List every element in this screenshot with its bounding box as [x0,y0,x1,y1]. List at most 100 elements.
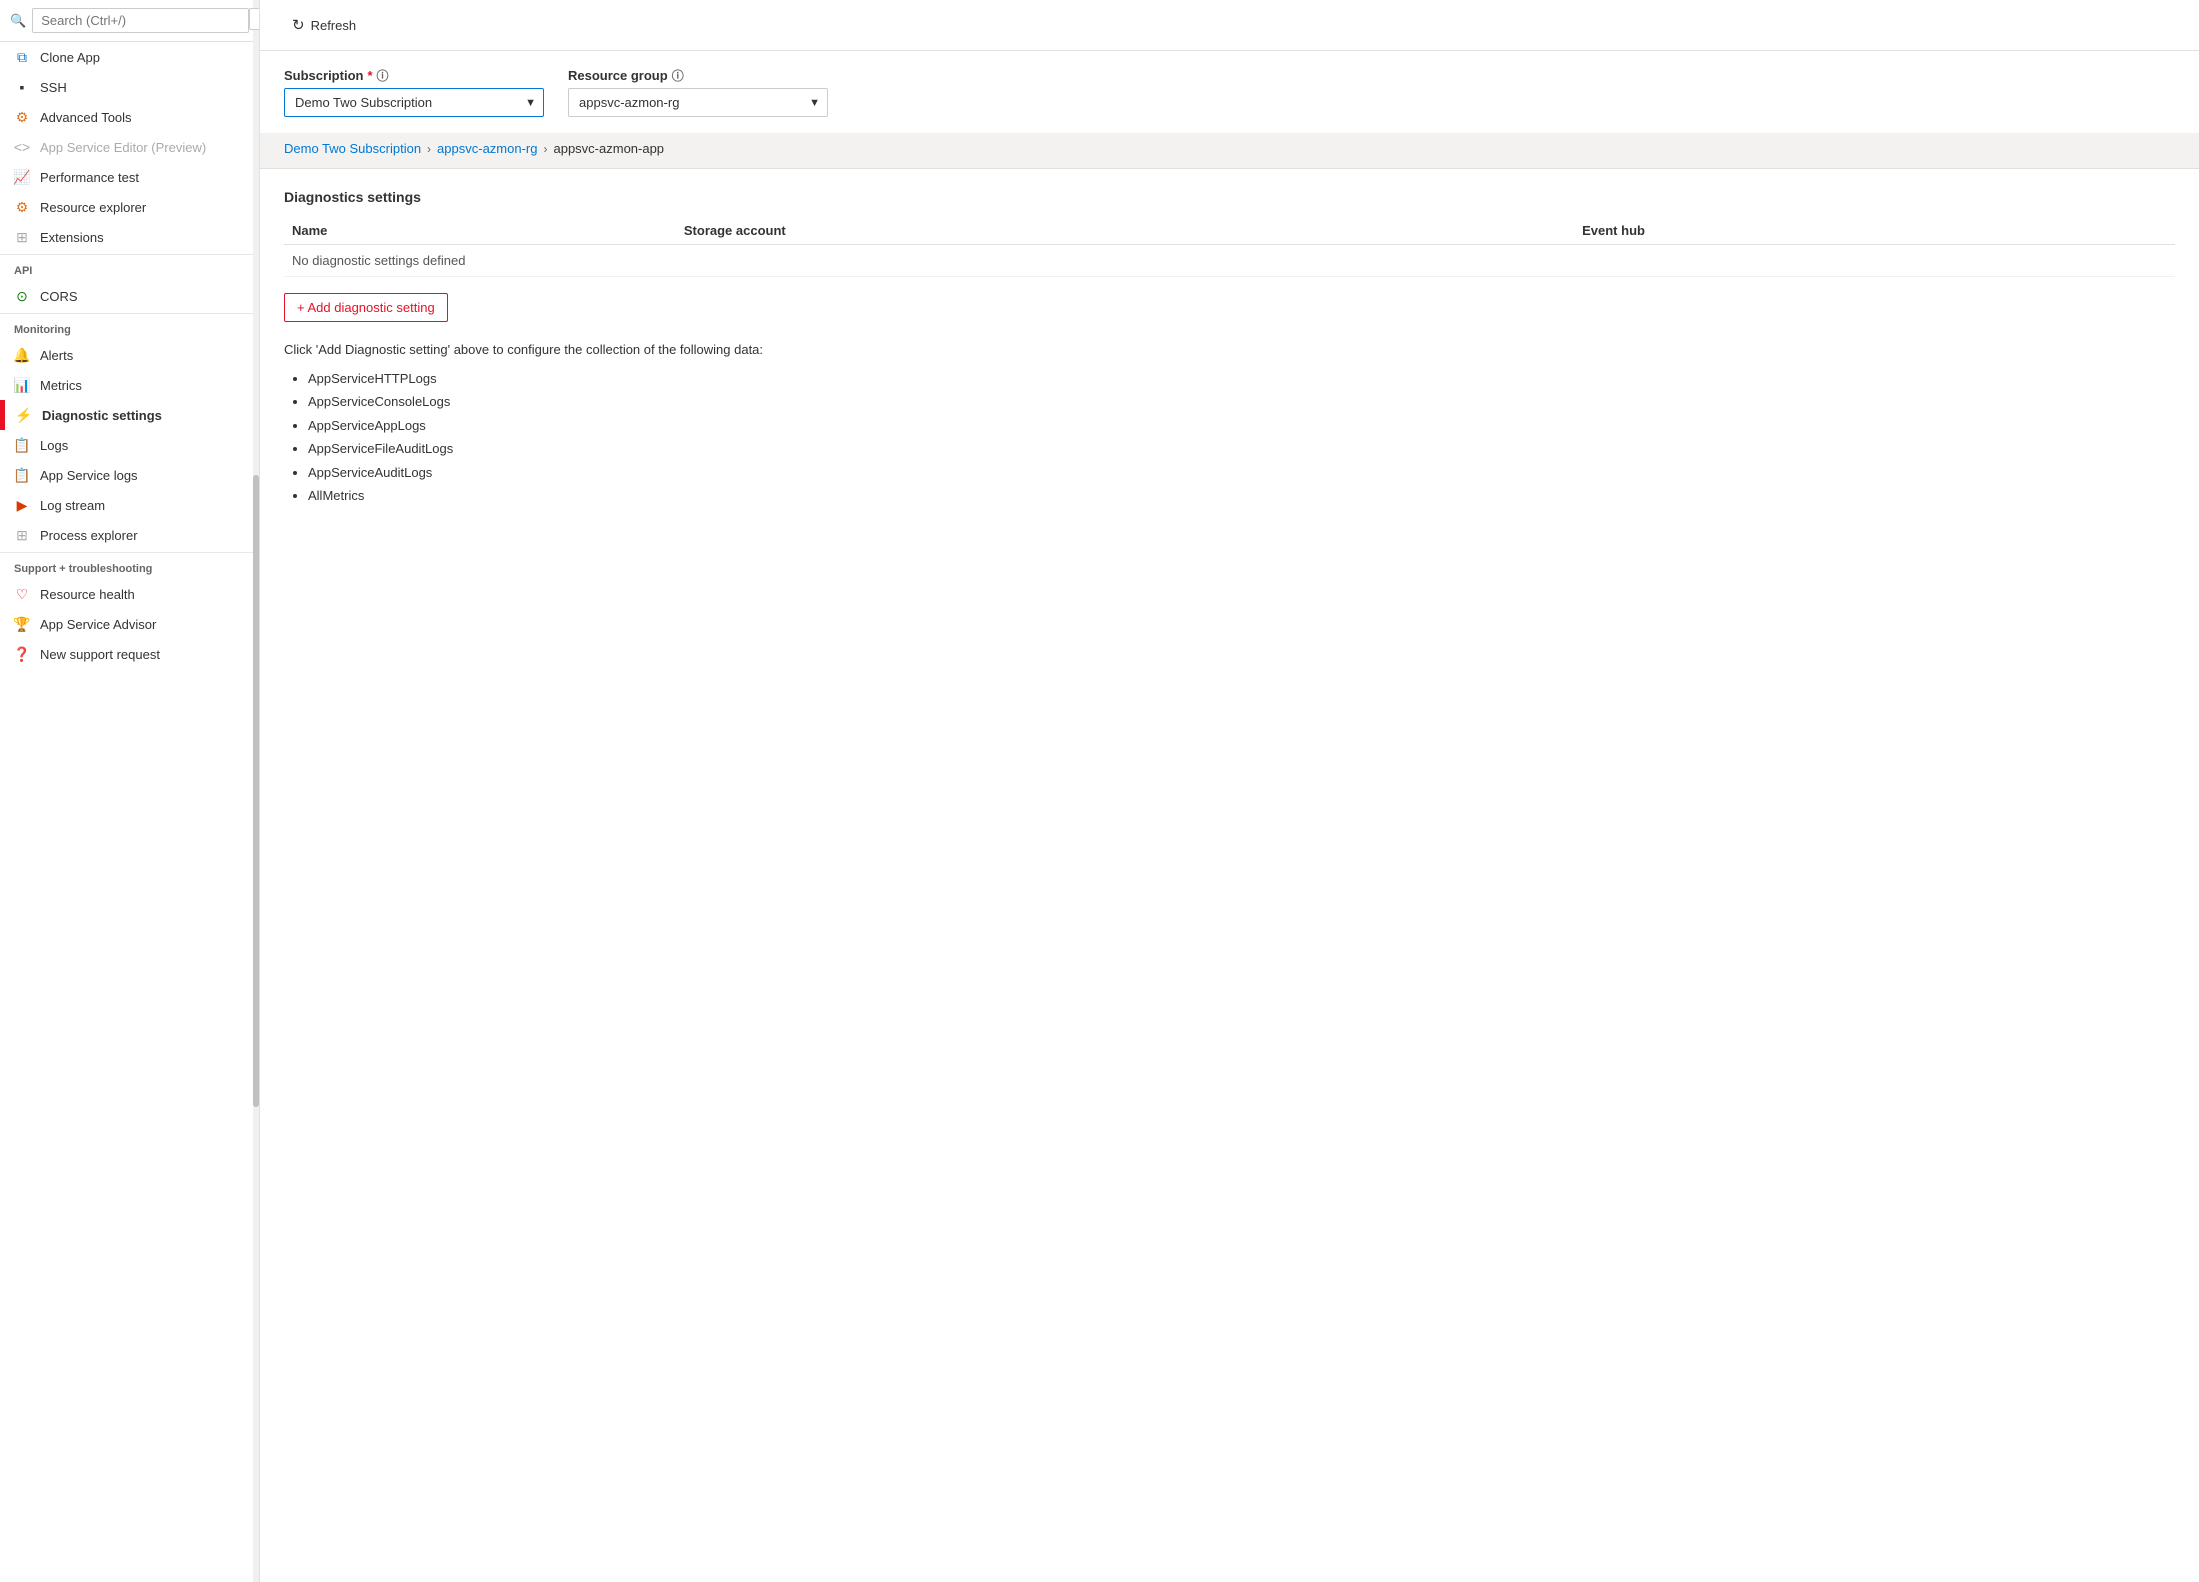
form-row: Subscription * ⓘ Demo Two Subscription ▼… [284,67,2175,117]
sidebar-item-label-resource-health: Resource health [40,587,135,602]
resource-group-label: Resource group ⓘ [568,67,828,84]
perf-icon: 📈 [14,169,30,185]
sidebar-section-api: API [0,254,259,281]
data-list-item: AllMetrics [308,484,2175,507]
resource-group-group: Resource group ⓘ appsvc-azmon-rg ▼ [568,67,828,117]
resource-group-select[interactable]: appsvc-azmon-rg [568,88,828,117]
sidebar-item-new-support-request[interactable]: ❓ New support request [0,639,259,669]
sidebar-item-app-service-editor: <> App Service Editor (Preview) [0,132,259,162]
refresh-button[interactable]: ↻ Refresh [280,10,368,40]
sidebar-item-resource-health[interactable]: ♡ Resource health [0,579,259,609]
tools-icon: ⚙ [14,109,30,125]
appsvc-logs-icon: 📋 [14,467,30,483]
search-input[interactable] [32,8,249,33]
data-list-item: AppServiceFileAuditLogs [308,437,2175,460]
res-health-icon: ♡ [14,586,30,602]
subscription-select-wrapper: Demo Two Subscription ▼ [284,88,544,117]
required-marker: * [367,68,372,83]
subscription-select[interactable]: Demo Two Subscription [284,88,544,117]
sidebar-item-diagnostic-settings[interactable]: ⚡ Diagnostic settings [0,400,259,430]
sidebar-item-process-explorer[interactable]: ⊞ Process explorer [0,520,259,550]
main-content: ↻ Refresh Subscription * ⓘ Demo Two Subs… [260,0,2199,1582]
sidebar-item-performance-test[interactable]: 📈 Performance test [0,162,259,192]
breadcrumb-resource-group[interactable]: appsvc-azmon-rg [437,141,537,156]
sidebar-item-label-ssh: SSH [40,80,67,95]
subscription-info-icon: ⓘ [377,67,389,84]
sidebar-item-label-extensions: Extensions [40,230,104,245]
sidebar-item-app-service-logs[interactable]: 📋 App Service logs [0,460,259,490]
breadcrumb: Demo Two Subscription › appsvc-azmon-rg … [260,133,2199,169]
sidebar-item-label-app-service-editor: App Service Editor (Preview) [40,140,206,155]
resource-group-info-icon: ⓘ [672,67,684,84]
data-list-item: AppServiceAppLogs [308,414,2175,437]
extensions-icon: ⊞ [14,229,30,245]
search-icon: 🔍 [10,13,26,29]
sidebar: 🔍 《 ⧉ Clone App ▪ SSH ⚙ Advanced Tools <> App S… [0,0,260,1582]
sidebar-item-advanced-tools[interactable]: ⚙ Advanced Tools [0,102,259,132]
breadcrumb-sep-1: › [427,142,431,156]
support-icon: ❓ [14,646,30,662]
resource-exp-icon: ⚙ [14,199,30,215]
add-diagnostic-setting-button[interactable]: + Add diagnostic setting [284,293,448,322]
sidebar-item-extensions[interactable]: ⊞ Extensions [0,222,259,252]
sidebar-item-clone-app[interactable]: ⧉ Clone App [0,42,259,72]
sidebar-item-label-metrics: Metrics [40,378,82,393]
no-settings-msg: No diagnostic settings defined [284,245,2175,277]
add-setting-label: + Add diagnostic setting [297,300,435,315]
sidebar-item-label-log-stream: Log stream [40,498,105,513]
logs-icon: 📋 [14,437,30,453]
sidebar-item-ssh[interactable]: ▪ SSH [0,72,259,102]
section-title: Diagnostics settings [284,189,2175,205]
toolbar: ↻ Refresh [260,0,2199,51]
sidebar-item-label-resource-explorer: Resource explorer [40,200,146,215]
sidebar-item-label-diagnostic-settings: Diagnostic settings [42,408,162,423]
breadcrumb-subscription[interactable]: Demo Two Subscription [284,141,421,156]
col-eventhub-header: Event hub [1574,217,2175,245]
sidebar-item-log-stream[interactable]: ▶ Log stream [0,490,259,520]
data-items-list: AppServiceHTTPLogsAppServiceConsoleLogsA… [284,367,2175,507]
collapse-sidebar-button[interactable]: 《 [249,8,260,30]
sidebar-item-label-performance-test: Performance test [40,170,139,185]
breadcrumb-sep-2: › [543,142,547,156]
resource-group-select-wrapper: appsvc-azmon-rg ▼ [568,88,828,117]
proc-exp-icon: ⊞ [14,527,30,543]
no-settings-row: No diagnostic settings defined [284,245,2175,277]
sidebar-items: ⧉ Clone App ▪ SSH ⚙ Advanced Tools <> App Servi… [0,42,259,669]
data-list-item: AppServiceHTTPLogs [308,367,2175,390]
diag-icon: ⚡ [16,407,32,423]
diagnostics-table: Name Storage account Event hub No diagno… [284,217,2175,277]
form-area: Subscription * ⓘ Demo Two Subscription ▼… [260,51,2199,133]
subscription-group: Subscription * ⓘ Demo Two Subscription ▼ [284,67,544,117]
sidebar-item-label-app-service-logs: App Service logs [40,468,138,483]
refresh-icon: ↻ [292,16,305,34]
clone-icon: ⧉ [14,49,30,65]
sidebar-item-alerts[interactable]: 🔔Alerts [0,340,259,370]
sidebar-item-cors[interactable]: ⊙CORS [0,281,259,311]
ssh-icon: ▪ [14,79,30,95]
cors-icon: ⊙ [14,288,30,304]
refresh-label: Refresh [311,18,357,33]
advisor-icon: 🏆 [14,616,30,632]
sidebar-item-label-new-support-request: New support request [40,647,160,662]
sidebar-item-label-advanced-tools: Advanced Tools [40,110,132,125]
sidebar-item-label-app-service-advisor: App Service Advisor [40,617,156,632]
subscription-label: Subscription * ⓘ [284,67,544,84]
sidebar-item-resource-explorer[interactable]: ⚙ Resource explorer [0,192,259,222]
sidebar-search-container: 🔍 [0,0,259,42]
col-name-header: Name [284,217,676,245]
sidebar-item-label-logs: Logs [40,438,68,453]
log-stream-icon: ▶ [14,497,30,513]
data-list-item: AppServiceAuditLogs [308,461,2175,484]
metrics-icon: 📊 [14,377,30,393]
editor-icon: <> [14,139,30,155]
sidebar-item-label-process-explorer: Process explorer [40,528,138,543]
col-storage-header: Storage account [676,217,1574,245]
sidebar-item-app-service-advisor[interactable]: 🏆 App Service Advisor [0,609,259,639]
sidebar-item-label-clone-app: Clone App [40,50,100,65]
sidebar-item-logs[interactable]: 📋 Logs [0,430,259,460]
diagnostics-content: Diagnostics settings Name Storage accoun… [260,169,2199,1582]
sidebar-item-metrics[interactable]: 📊 Metrics [0,370,259,400]
breadcrumb-resource: appsvc-azmon-app [553,141,664,156]
sidebar-item-label-alerts: Alerts [40,348,73,363]
sidebar-section-monitoring: Monitoring [0,313,259,340]
